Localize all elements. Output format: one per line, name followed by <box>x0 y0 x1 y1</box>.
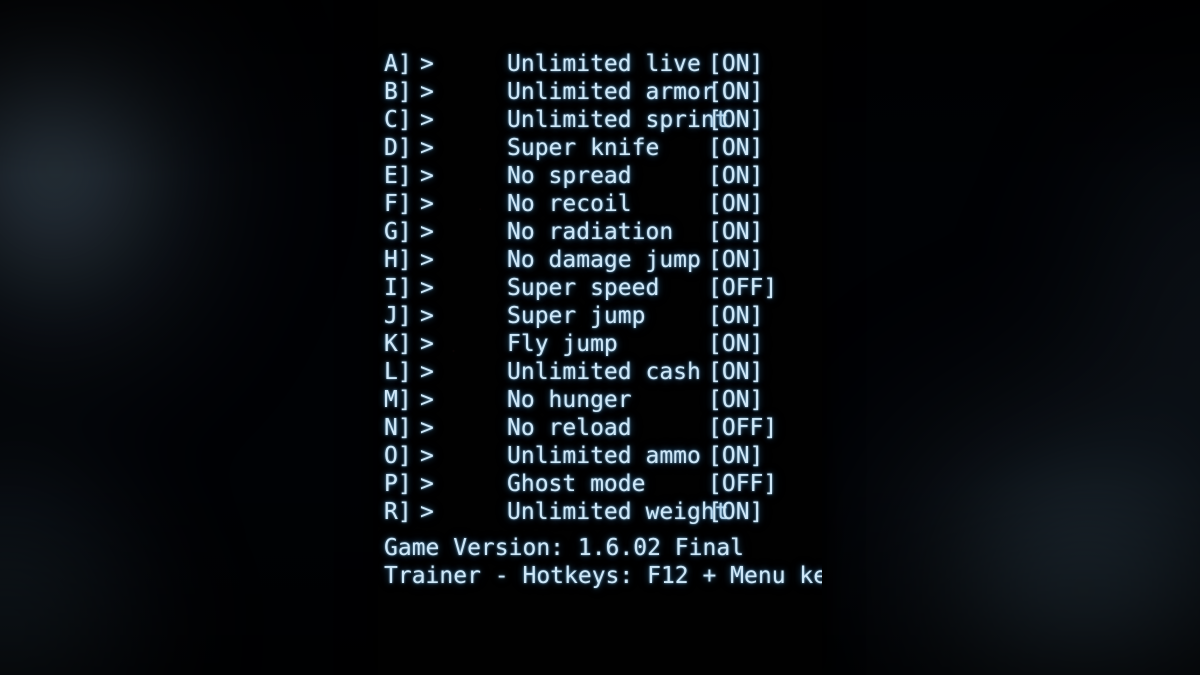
option-hotkey-label: L] <box>384 359 412 385</box>
option-name-label: Unlimited cash <box>507 359 701 385</box>
option-hotkey-label: G] <box>384 219 412 245</box>
option-hotkey-label: R] <box>384 499 412 525</box>
option-name-label: Super knife <box>507 135 660 161</box>
cheat-options-list: A] > Unlimited live [ON] B] > Unlimited armor[… <box>378 50 822 526</box>
chevron-right-icon: > <box>420 247 434 273</box>
option-name-label: Unlimited live <box>507 51 701 77</box>
option-name-label: Ghost mode <box>507 471 646 497</box>
option-name-label: Super jump <box>507 303 646 329</box>
option-name-label: No recoil <box>507 191 632 217</box>
option-hotkey-label: K] <box>384 331 412 357</box>
trainer-hotkeys-line: Trainer - Hotkeys: F12 + Menu key <box>384 563 822 589</box>
option-hotkey-label: P] <box>384 471 412 497</box>
option-hotkey-label: I] <box>384 275 412 301</box>
option-name-label: No reload <box>507 415 632 441</box>
screenshot-root: A] > Unlimited live [ON] B] > Unlimited armor[… <box>0 0 1200 675</box>
cheat-option-row[interactable]: M] > No hunger [ON] <box>378 386 822 414</box>
option-state-badge[interactable]: [ON] <box>708 246 763 274</box>
option-name-label: No spread <box>507 163 632 189</box>
cheat-option-row[interactable]: I] > Super speed [OFF] <box>378 274 822 302</box>
option-state-badge[interactable]: [ON] <box>708 498 763 526</box>
option-name-label: No radiation <box>507 219 674 245</box>
option-hotkey-label: M] <box>384 387 412 413</box>
option-name-label: Unlimited sprint <box>507 107 729 133</box>
cheat-option-row[interactable]: J] > Super jump [ON] <box>378 302 822 330</box>
chevron-right-icon: > <box>420 79 434 105</box>
option-state-badge[interactable]: [ON] <box>708 78 763 106</box>
chevron-right-icon: > <box>420 219 434 245</box>
option-state-badge[interactable]: [ON] <box>708 386 763 414</box>
option-hotkey-label: O] <box>384 443 412 469</box>
cheat-option-row[interactable]: R] > Unlimited weight [ON] <box>378 498 822 526</box>
cheat-option-row[interactable]: N] > No reload [OFF] <box>378 414 822 442</box>
chevron-right-icon: > <box>420 499 434 525</box>
option-name-label: No damage jump <box>507 247 701 273</box>
option-hotkey-label: H] <box>384 247 412 273</box>
option-state-badge[interactable]: [ON] <box>708 358 763 386</box>
cheat-option-row[interactable]: C] > Unlimited sprint [ON] <box>378 106 822 134</box>
option-name-label: Fly jump <box>507 331 618 357</box>
option-name-label: Super speed <box>507 275 660 301</box>
backdrop-glow-left <box>0 0 440 675</box>
chevron-right-icon: > <box>420 415 434 441</box>
option-state-badge[interactable]: [ON] <box>708 330 763 358</box>
cheat-option-row[interactable]: H] > No damage jump [ON] <box>378 246 822 274</box>
option-name-label: Unlimited ammo <box>507 443 701 469</box>
chevron-right-icon: > <box>420 51 434 77</box>
option-state-badge[interactable]: [ON] <box>708 106 763 134</box>
chevron-right-icon: > <box>420 331 434 357</box>
overlay-footer: Game Version: 1.6.02 Final Trainer - Hot… <box>378 534 822 590</box>
chevron-right-icon: > <box>420 387 434 413</box>
option-hotkey-label: J] <box>384 303 412 329</box>
cheat-option-row[interactable]: P] > Ghost mode [OFF] <box>378 470 822 498</box>
trainer-overlay-panel: A] > Unlimited live [ON] B] > Unlimited armor[… <box>378 0 822 675</box>
cheat-option-row[interactable]: E] > No spread [ON] <box>378 162 822 190</box>
option-hotkey-label: B] <box>384 79 412 105</box>
cheat-option-row[interactable]: D] > Super knife [ON] <box>378 134 822 162</box>
cheat-option-row[interactable]: F] > No recoil [ON] <box>378 190 822 218</box>
option-state-badge[interactable]: [ON] <box>708 190 763 218</box>
option-state-badge[interactable]: [ON] <box>708 442 763 470</box>
option-name-label: No hunger <box>507 387 632 413</box>
option-hotkey-label: N] <box>384 415 412 441</box>
option-state-badge[interactable]: [ON] <box>708 162 763 190</box>
option-state-badge[interactable]: [ON] <box>708 218 763 246</box>
option-state-badge[interactable]: [OFF] <box>708 414 777 442</box>
cheat-option-row[interactable]: L] > Unlimited cash [ON] <box>378 358 822 386</box>
option-hotkey-label: F] <box>384 191 412 217</box>
cheat-option-row[interactable]: A] > Unlimited live [ON] <box>378 50 822 78</box>
cheat-option-row[interactable]: B] > Unlimited armor [ON] <box>378 78 822 106</box>
option-hotkey-label: D] <box>384 135 412 161</box>
chevron-right-icon: > <box>420 359 434 385</box>
cheat-option-row[interactable]: G] > No radiation [ON] <box>378 218 822 246</box>
option-state-badge[interactable]: [OFF] <box>708 274 777 302</box>
game-version-line: Game Version: 1.6.02 Final <box>384 535 745 561</box>
chevron-right-icon: > <box>420 443 434 469</box>
chevron-right-icon: > <box>420 135 434 161</box>
option-state-badge[interactable]: [OFF] <box>708 470 777 498</box>
chevron-right-icon: > <box>420 163 434 189</box>
option-state-badge[interactable]: [ON] <box>708 50 763 78</box>
chevron-right-icon: > <box>420 191 434 217</box>
option-hotkey-label: C] <box>384 107 412 133</box>
option-state-badge[interactable]: [ON] <box>708 302 763 330</box>
option-hotkey-label: A] <box>384 51 412 77</box>
cheat-option-row[interactable]: O] > Unlimited ammo [ON] <box>378 442 822 470</box>
option-name-label: Unlimited armor <box>507 79 715 105</box>
chevron-right-icon: > <box>420 303 434 329</box>
option-hotkey-label: E] <box>384 163 412 189</box>
option-state-badge[interactable]: [ON] <box>708 134 763 162</box>
option-name-label: Unlimited weight <box>507 499 729 525</box>
cheat-option-row[interactable]: K] > Fly jump [ON] <box>378 330 822 358</box>
chevron-right-icon: > <box>420 275 434 301</box>
chevron-right-icon: > <box>420 471 434 497</box>
chevron-right-icon: > <box>420 107 434 133</box>
